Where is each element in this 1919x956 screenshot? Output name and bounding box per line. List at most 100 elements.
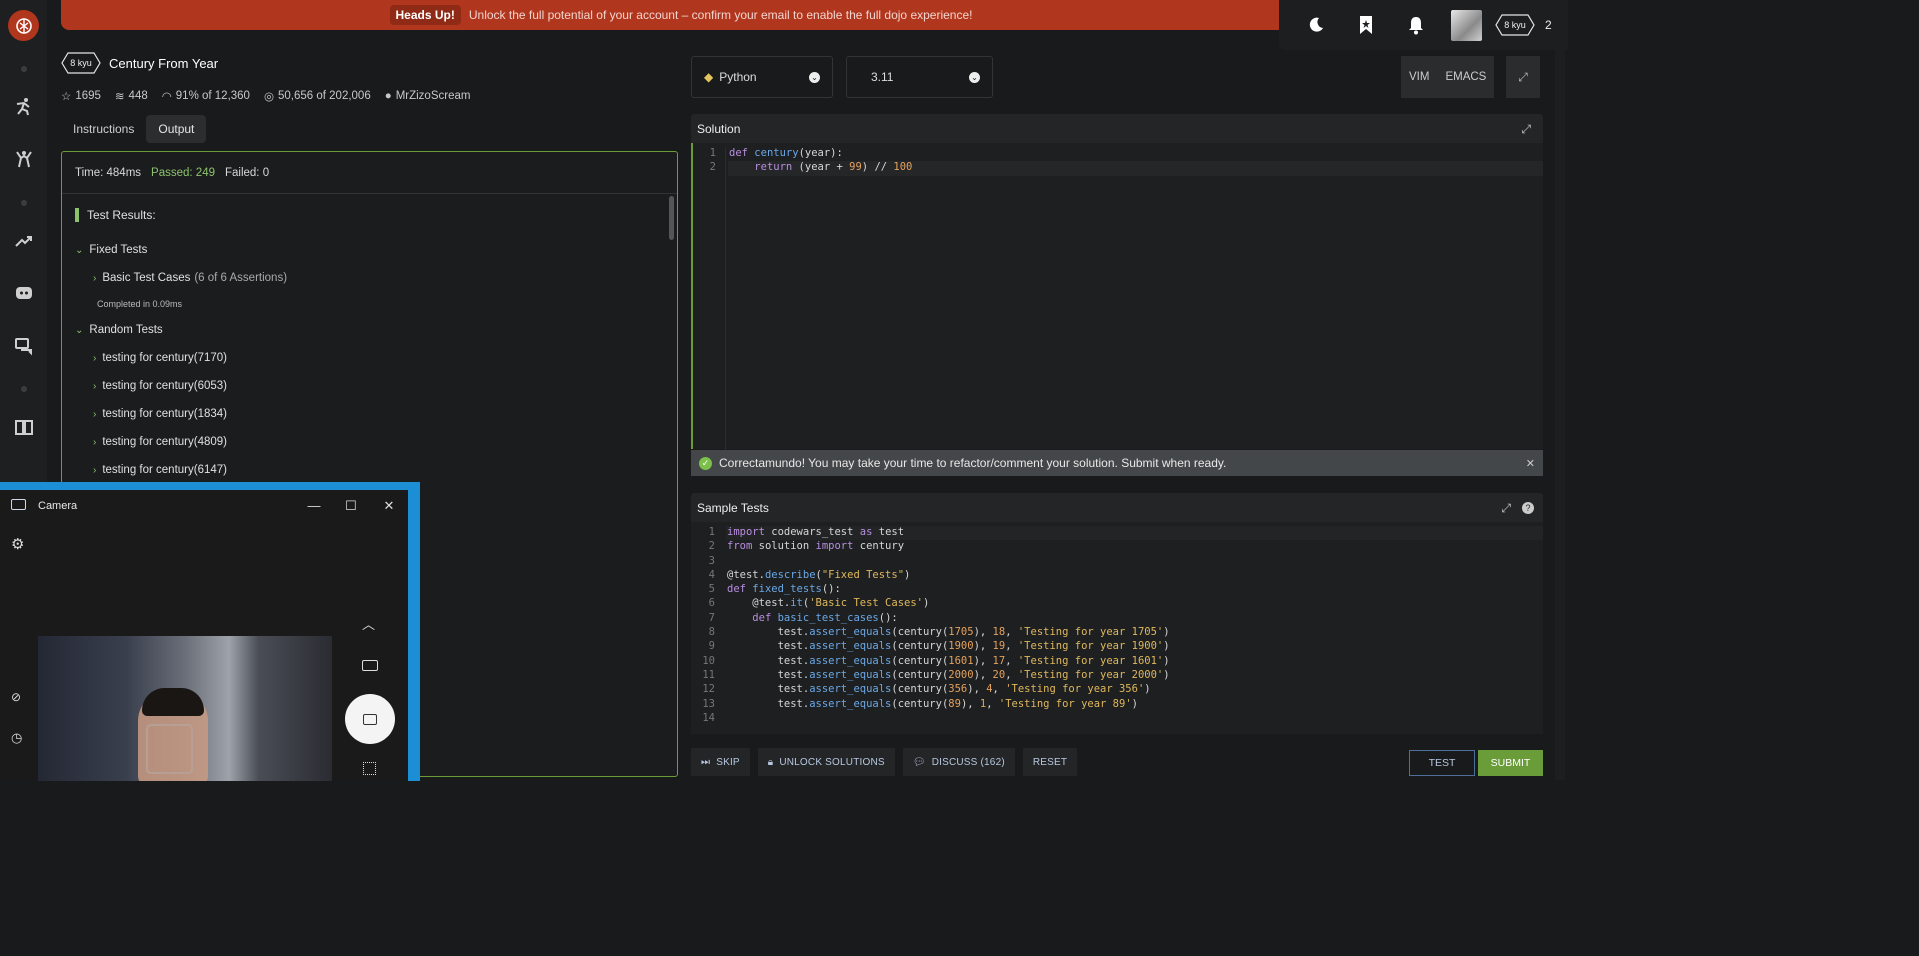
video-mode-icon[interactable]	[362, 660, 378, 671]
docs-book-icon[interactable]	[10, 413, 38, 441]
kata-rank-badge: 8 kyu	[61, 52, 101, 74]
test-button[interactable]: TEST	[1409, 750, 1475, 776]
practice-icon[interactable]	[10, 145, 38, 173]
expand-icon[interactable]: ⤢	[1501, 501, 1511, 516]
camera-titlebar[interactable]: Camera — ☐ ✕	[0, 490, 408, 522]
expand-icon[interactable]: ⤢	[1521, 122, 1531, 137]
random-test-item[interactable]: › testing for century(1834)	[93, 400, 664, 428]
random-tests-group[interactable]: ⌄ Random Tests	[75, 316, 664, 344]
chevron-down-icon: ⌄	[809, 71, 820, 83]
dark-mode-moon-icon[interactable]	[1291, 16, 1341, 34]
chevron-right-icon: ›	[93, 272, 97, 284]
submit-button[interactable]: SUBMIT	[1478, 750, 1543, 776]
code-line: test.assert_equals(century(1705), 18, 'T…	[727, 626, 1170, 639]
skip-button[interactable]: ⏭ SKIP	[691, 748, 750, 776]
divider-dot	[21, 66, 27, 72]
honor-count: 2	[1545, 18, 1552, 32]
chevron-up-icon[interactable]: ︿	[362, 614, 375, 633]
chevron-down-icon: ⌄	[969, 71, 980, 83]
camera-preview	[38, 636, 332, 781]
leaderboard-icon[interactable]	[10, 227, 38, 255]
camera-window-title: Camera	[38, 500, 78, 512]
tab-output[interactable]: Output	[146, 115, 207, 143]
check-circle-icon: ✓	[699, 456, 712, 470]
camera-icon	[363, 713, 377, 725]
kata-title: Century From Year	[109, 55, 219, 71]
kata-stats: ☆ 1695 ≋ 448 ◠ 91% of 12,360 ◎ 50,656 of 202…	[61, 89, 470, 103]
discord-icon[interactable]	[10, 279, 38, 307]
chevron-down-icon: ⌄	[75, 244, 84, 256]
reset-button[interactable]: RESET	[1022, 748, 1078, 776]
python-icon: ◆	[704, 70, 714, 84]
passed-stat: Passed: 249	[151, 166, 215, 179]
code-line: test.assert_equals(century(1601), 17, 'T…	[727, 654, 1170, 667]
code-line: def century(year):	[729, 147, 843, 159]
left-tabs: Instructions Output	[61, 115, 207, 143]
random-test-item[interactable]: › testing for century(4809)	[93, 428, 664, 456]
forum-icon[interactable]	[10, 332, 38, 360]
banner-badge: Heads Up!	[389, 5, 461, 25]
user-icon: ●	[384, 90, 392, 102]
language-select[interactable]: ◆ Python ⌄	[691, 56, 833, 98]
help-icon[interactable]: ?	[1522, 502, 1534, 514]
unlock-solutions-button[interactable]: 🔒︎ UNLOCK SOLUTIONS	[757, 748, 895, 776]
training-icon[interactable]	[10, 92, 38, 120]
random-test-item[interactable]: › testing for century(6147)	[93, 456, 664, 484]
vim-mode-button[interactable]: VIM	[1401, 56, 1438, 98]
time-stat: Time: 484ms	[75, 166, 142, 179]
banner-message[interactable]: Unlock the full potential of your accoun…	[469, 8, 973, 22]
output-scrollbar[interactable]	[669, 196, 674, 240]
no-camera-icon[interactable]: ⊘	[11, 690, 21, 704]
code-line: test.assert_equals(century(1900), 19, 'T…	[727, 640, 1170, 653]
success-message: ✓ Correctamundo! You may take your time …	[691, 450, 1543, 476]
codewars-logo-icon[interactable]	[8, 10, 39, 41]
random-test-item[interactable]: › testing for century(6053)	[93, 372, 664, 400]
completed-note: Completed in 0.09ms	[97, 299, 183, 309]
person-hair	[142, 688, 204, 716]
solution-editor[interactable]: 1 2 def century(year): return (year + 99…	[691, 143, 1543, 453]
minimize-icon[interactable]: —	[306, 498, 322, 513]
action-bar: ⏭ SKIP 🔒︎ UNLOCK SOLUTIONS 💬︎ DISCUSS (162)…	[691, 748, 1078, 776]
chat-bubble-icon: 💬︎	[912, 756, 926, 768]
star-icon: ☆	[61, 91, 72, 103]
random-test-item[interactable]: › testing for century(7170)	[93, 344, 664, 372]
results-title: Test Results:	[75, 208, 664, 222]
stars-stat[interactable]: ☆ 1695	[61, 89, 101, 103]
fast-forward-icon: ⏭	[701, 756, 711, 768]
emacs-mode-button[interactable]: EMACS	[1437, 56, 1495, 98]
line-numbers: 1 2	[693, 147, 726, 453]
basic-test-cases[interactable]: › Basic Test Cases (6 of 6 Assertions)	[93, 264, 664, 292]
collections-stat[interactable]: ≋ 448	[115, 89, 148, 103]
tab-instructions[interactable]: Instructions	[61, 115, 146, 143]
settings-gear-icon[interactable]: ⚙	[11, 535, 24, 553]
fullscreen-icon[interactable]: ⤢	[1506, 56, 1540, 98]
test-results: Test Results: ⌄ Fixed Tests › Basic Test C…	[62, 194, 677, 498]
version-select[interactable]: 3.11 ⌄	[846, 56, 993, 98]
code-line: def fixed_tests():	[727, 583, 841, 596]
code-line: @test.describe("Fixed Tests")	[727, 568, 911, 581]
code-line: test.assert_equals(century(89), 1, 'Test…	[727, 697, 1138, 710]
close-icon[interactable]: ✕	[1526, 457, 1535, 470]
failed-stat: Failed: 0	[224, 166, 270, 179]
satisfaction-stat: ◠ 91% of 12,360	[161, 90, 250, 103]
email-confirm-banner: Heads Up! Unlock the full potential of y…	[61, 0, 1301, 30]
sample-tests-editor[interactable]: 1 2 3 4 5 6 7 8 9 10 11 12 13 14 import …	[691, 522, 1543, 734]
notifications-bell-icon[interactable]	[1391, 15, 1441, 35]
solution-header: Solution ⤢	[691, 114, 1543, 144]
page-scrollbar[interactable]	[1555, 50, 1565, 780]
timer-icon[interactable]: ◷	[11, 730, 22, 746]
chevron-right-icon: ›	[93, 408, 97, 420]
qr-code-icon[interactable]	[363, 762, 376, 775]
user-rank-badge: 8 kyu	[1495, 14, 1535, 36]
discuss-button[interactable]: 💬︎ DISCUSS (162)	[902, 748, 1015, 776]
fixed-tests-group[interactable]: ⌄ Fixed Tests	[75, 236, 664, 264]
capture-photo-button[interactable]	[345, 694, 395, 744]
maximize-icon[interactable]: ☐	[343, 498, 359, 514]
author-stat[interactable]: ● MrZizoScream	[385, 89, 471, 103]
user-toolbar: 8 kyu 2	[1279, 0, 1568, 50]
divider-dot	[21, 200, 27, 206]
bookmark-icon[interactable]	[1341, 15, 1391, 35]
divider-dot	[21, 386, 27, 392]
close-icon[interactable]: ✕	[381, 498, 397, 514]
user-avatar[interactable]	[1451, 9, 1482, 41]
